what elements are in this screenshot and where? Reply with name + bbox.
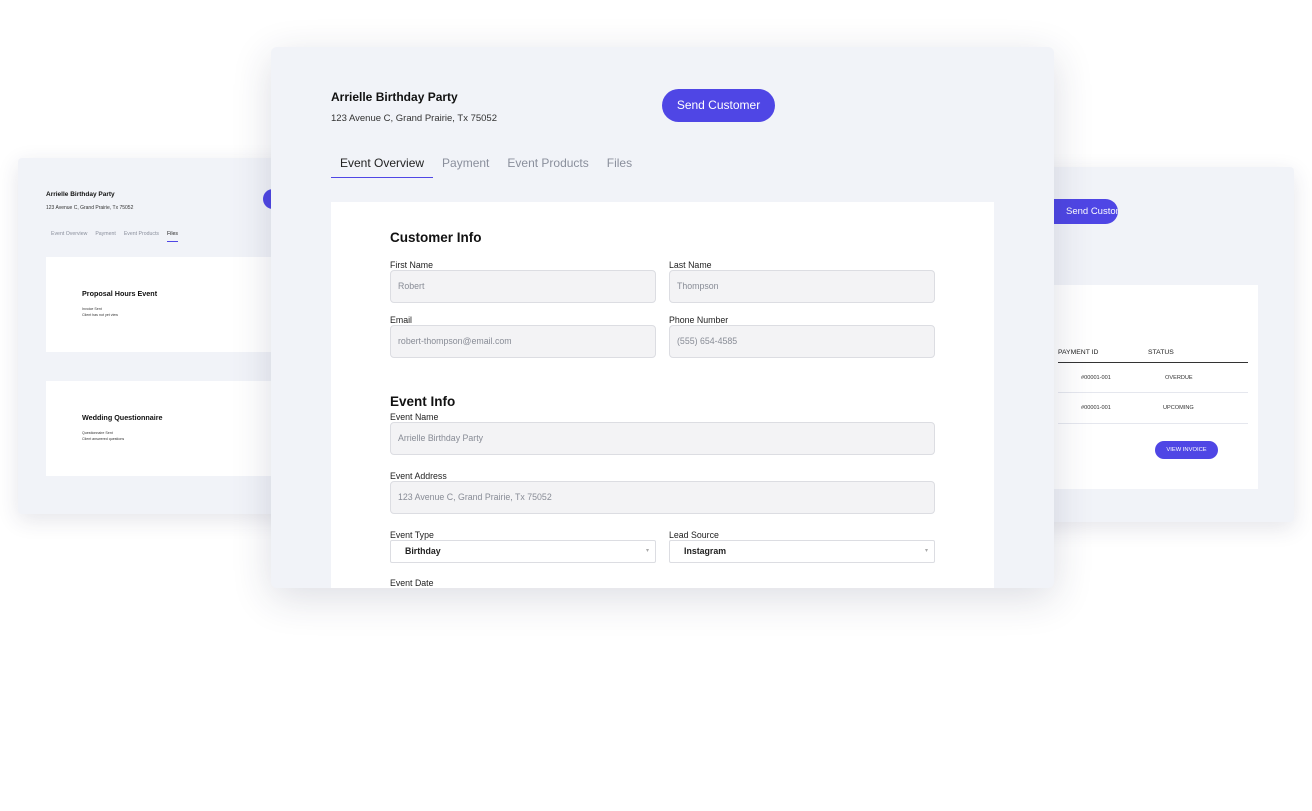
left-card-tabs: Event Overview Payment Event Products Fi…: [51, 231, 178, 242]
event-address-label: Event Address: [390, 471, 447, 481]
last-name-input[interactable]: Thompson: [669, 270, 935, 303]
file-card-line: Invoice Sent: [82, 307, 102, 311]
column-header-payment-id: PAYMENT ID: [1058, 349, 1099, 356]
tab-payment[interactable]: Payment: [95, 231, 115, 242]
event-info-heading: Event Info: [390, 394, 456, 409]
file-card-proposal[interactable]: Proposal Hours Event Invoice Sent Client…: [46, 257, 306, 352]
file-card-line: Questionnaire Sent: [82, 431, 113, 435]
payment-id-cell: #00001-001: [1081, 375, 1111, 381]
phone-input[interactable]: (555) 654-4585: [669, 325, 935, 358]
tab-event-products[interactable]: Event Products: [498, 156, 597, 178]
table-row-divider: [1058, 392, 1248, 393]
event-detail-window: Arrielle Birthday Party 123 Avenue C, Gr…: [271, 47, 1054, 588]
lead-source-label: Lead Source: [669, 530, 719, 540]
page-address: 123 Avenue C, Grand Prairie, Tx 75052: [331, 113, 498, 124]
event-address-input[interactable]: 123 Avenue C, Grand Prairie, Tx 75052: [390, 481, 935, 514]
send-customer-button[interactable]: Send Customer: [662, 89, 775, 122]
left-card-title: Arrielle Birthday Party: [46, 191, 115, 198]
tab-event-overview[interactable]: Event Overview: [331, 156, 434, 178]
file-card-title: Wedding Questionnaire: [82, 413, 163, 422]
event-type-value: Birthday: [405, 546, 441, 556]
payment-table-panel: PAYMENT ID STATUS #00001-001 OVERDUE #00…: [1030, 285, 1258, 489]
file-card-questionnaire[interactable]: Wedding Questionnaire Questionnaire Sent…: [46, 381, 306, 476]
page-title: Arrielle Birthday Party: [331, 90, 458, 104]
last-name-label: Last Name: [669, 260, 712, 270]
event-type-select[interactable]: Birthday ▾: [390, 540, 656, 563]
lead-source-value: Instagram: [684, 546, 727, 556]
tab-event-overview[interactable]: Event Overview: [51, 231, 87, 242]
stage: Arrielle Birthday Party 123 Avenue C, Gr…: [0, 0, 1312, 811]
chevron-down-icon: ▾: [924, 548, 928, 554]
status-cell: UPCOMING: [1163, 405, 1194, 411]
tab-files[interactable]: Files: [598, 156, 641, 178]
tab-files[interactable]: Files: [167, 231, 178, 242]
event-name-label: Event Name: [390, 412, 439, 422]
file-card-line: Client answered questions: [82, 437, 125, 441]
lead-source-select[interactable]: Instagram ▾: [669, 540, 935, 563]
event-type-label: Event Type: [390, 530, 434, 540]
first-name-label: First Name: [390, 260, 434, 270]
file-card-title: Proposal Hours Event: [82, 289, 158, 298]
email-input[interactable]: robert-thompson@email.com: [390, 325, 656, 358]
payment-id-cell: #00001-001: [1081, 405, 1111, 411]
chevron-down-icon: ▾: [645, 548, 649, 554]
tab-payment[interactable]: Payment: [433, 156, 498, 178]
event-name-input[interactable]: Arrielle Birthday Party: [390, 422, 935, 455]
email-label: Email: [390, 315, 412, 325]
event-overview-panel: Customer Info First Name Robert Last Nam…: [331, 202, 994, 588]
left-card-address: 123 Avenue C, Grand Prairie, Tx 75052: [46, 205, 134, 211]
status-cell: OVERDUE: [1165, 375, 1193, 381]
table-row-divider: [1058, 423, 1248, 424]
table-header-divider: [1058, 362, 1248, 363]
event-tabs: Event Overview Payment Event Products Fi…: [331, 156, 641, 178]
column-header-status: STATUS: [1148, 349, 1174, 356]
customer-info-heading: Customer Info: [390, 230, 482, 245]
view-invoice-button[interactable]: VIEW INVOICE: [1155, 441, 1218, 459]
event-date-label: Event Date: [390, 578, 434, 588]
file-card-line: Client has not yet view: [82, 313, 118, 317]
first-name-input[interactable]: Robert: [390, 270, 656, 303]
phone-label: Phone Number: [669, 315, 729, 325]
tab-event-products[interactable]: Event Products: [124, 231, 159, 242]
